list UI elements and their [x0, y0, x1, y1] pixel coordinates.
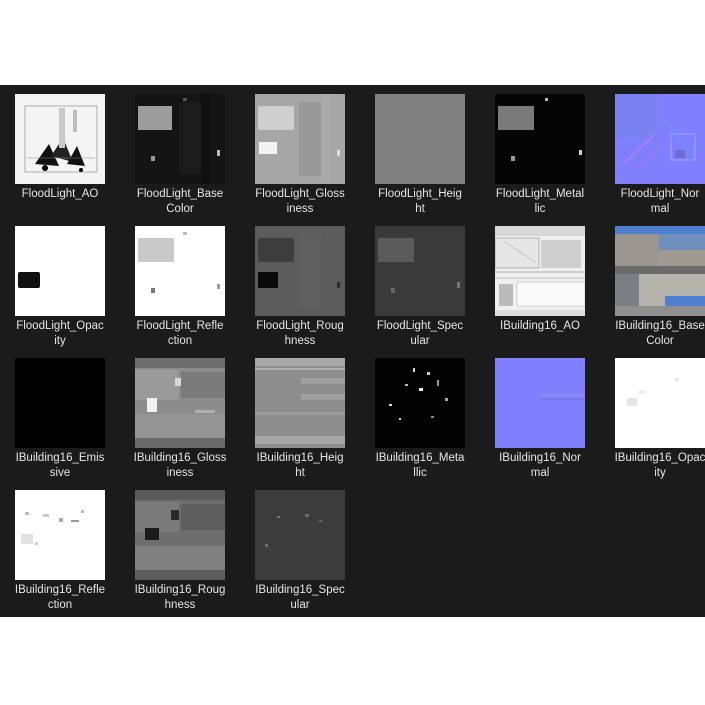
file-explorer-view: FloodLight_AO FloodLight_Base Color Flood…: [0, 85, 705, 617]
file-item-floodlight-specular[interactable]: FloodLight_Spec ular: [360, 217, 480, 349]
file-item-ibuilding16-specular[interactable]: IBuilding16_Spec ular: [240, 481, 360, 613]
texture-thumbnail: [135, 490, 225, 580]
file-item-ibuilding16-height[interactable]: IBuilding16_Heig ht: [240, 349, 360, 481]
file-item-ibuilding16-roughness[interactable]: IBuilding16_Roug hness: [120, 481, 240, 613]
texture-thumbnail: [615, 226, 705, 316]
file-name: IBuilding16_Base Color: [615, 320, 705, 347]
texture-thumbnail: [135, 226, 225, 316]
texture-thumbnail: [615, 358, 705, 448]
texture-thumbnail: [255, 94, 345, 184]
thumbnail-grid: FloodLight_AO FloodLight_Base Color Flood…: [0, 85, 705, 617]
texture-thumbnail: [15, 358, 105, 448]
file-name: IBuilding16_Spec ular: [255, 584, 345, 611]
file-name: IBuilding16_Roug hness: [134, 584, 226, 611]
file-item-ibuilding16-glossiness[interactable]: IBuilding16_Gloss iness: [120, 349, 240, 481]
file-name: FloodLight_Metal lic: [495, 188, 585, 215]
texture-thumbnail: [375, 94, 465, 184]
file-item-floodlight-ao[interactable]: FloodLight_AO: [0, 85, 120, 217]
file-name: IBuilding16_AO: [500, 320, 580, 332]
texture-thumbnail: [495, 226, 585, 316]
file-item-ibuilding16-reflection[interactable]: IBuilding16_Refle ction: [0, 481, 120, 613]
file-name: IBuilding16_Nor mal: [499, 452, 581, 479]
texture-thumbnail: [615, 94, 705, 184]
file-name: FloodLight_Heig ht: [378, 188, 462, 215]
texture-thumbnail: [135, 358, 225, 448]
file-item-floodlight-basecolor[interactable]: FloodLight_Base Color: [120, 85, 240, 217]
file-item-ibuilding16-metallic[interactable]: IBuilding16_Meta llic: [360, 349, 480, 481]
texture-thumbnail: [375, 226, 465, 316]
file-name: FloodLight_Base Color: [136, 188, 224, 215]
texture-thumbnail: [15, 94, 105, 184]
file-item-floodlight-reflection[interactable]: FloodLight_Refle ction: [120, 217, 240, 349]
texture-thumbnail: [135, 94, 225, 184]
file-item-ibuilding16-opacity[interactable]: IBuilding16_Opac ity: [600, 349, 705, 481]
file-name: FloodLight_Opac ity: [16, 320, 104, 347]
file-name: IBuilding16_Gloss iness: [133, 452, 227, 479]
file-item-floodlight-glossiness[interactable]: FloodLight_Gloss iness: [240, 85, 360, 217]
file-name: FloodLight_AO: [21, 188, 99, 200]
texture-thumbnail: [255, 358, 345, 448]
file-name: IBuilding16_Opac ity: [614, 452, 705, 479]
file-item-floodlight-height[interactable]: FloodLight_Heig ht: [360, 85, 480, 217]
texture-thumbnail: [15, 490, 105, 580]
texture-thumbnail: [15, 226, 105, 316]
file-name: IBuilding16_Refle ction: [14, 584, 106, 611]
file-name: IBuilding16_Emis sive: [15, 452, 105, 479]
texture-thumbnail: [255, 226, 345, 316]
file-item-floodlight-metallic[interactable]: FloodLight_Metal lic: [480, 85, 600, 217]
file-item-ibuilding16-ao[interactable]: IBuilding16_AO: [480, 217, 600, 349]
file-item-ibuilding16-normal[interactable]: IBuilding16_Nor mal: [480, 349, 600, 481]
file-name: IBuilding16_Heig ht: [256, 452, 344, 479]
file-name: FloodLight_Roug hness: [256, 320, 344, 347]
file-item-ibuilding16-emissive[interactable]: IBuilding16_Emis sive: [0, 349, 120, 481]
texture-thumbnail: [495, 358, 585, 448]
file-name: FloodLight_Gloss iness: [255, 188, 345, 215]
texture-thumbnail: [375, 358, 465, 448]
file-item-floodlight-normal[interactable]: FloodLight_Nor mal: [600, 85, 705, 217]
texture-thumbnail: [255, 490, 345, 580]
file-item-ibuilding16-basecolor[interactable]: IBuilding16_Base Color: [600, 217, 705, 349]
file-name: IBuilding16_Meta llic: [375, 452, 465, 479]
file-name: FloodLight_Refle ction: [136, 320, 224, 347]
file-item-floodlight-opacity[interactable]: FloodLight_Opac ity: [0, 217, 120, 349]
texture-thumbnail: [495, 94, 585, 184]
file-item-floodlight-roughness[interactable]: FloodLight_Roug hness: [240, 217, 360, 349]
file-name: FloodLight_Spec ular: [376, 320, 464, 347]
file-name: FloodLight_Nor mal: [620, 188, 700, 215]
